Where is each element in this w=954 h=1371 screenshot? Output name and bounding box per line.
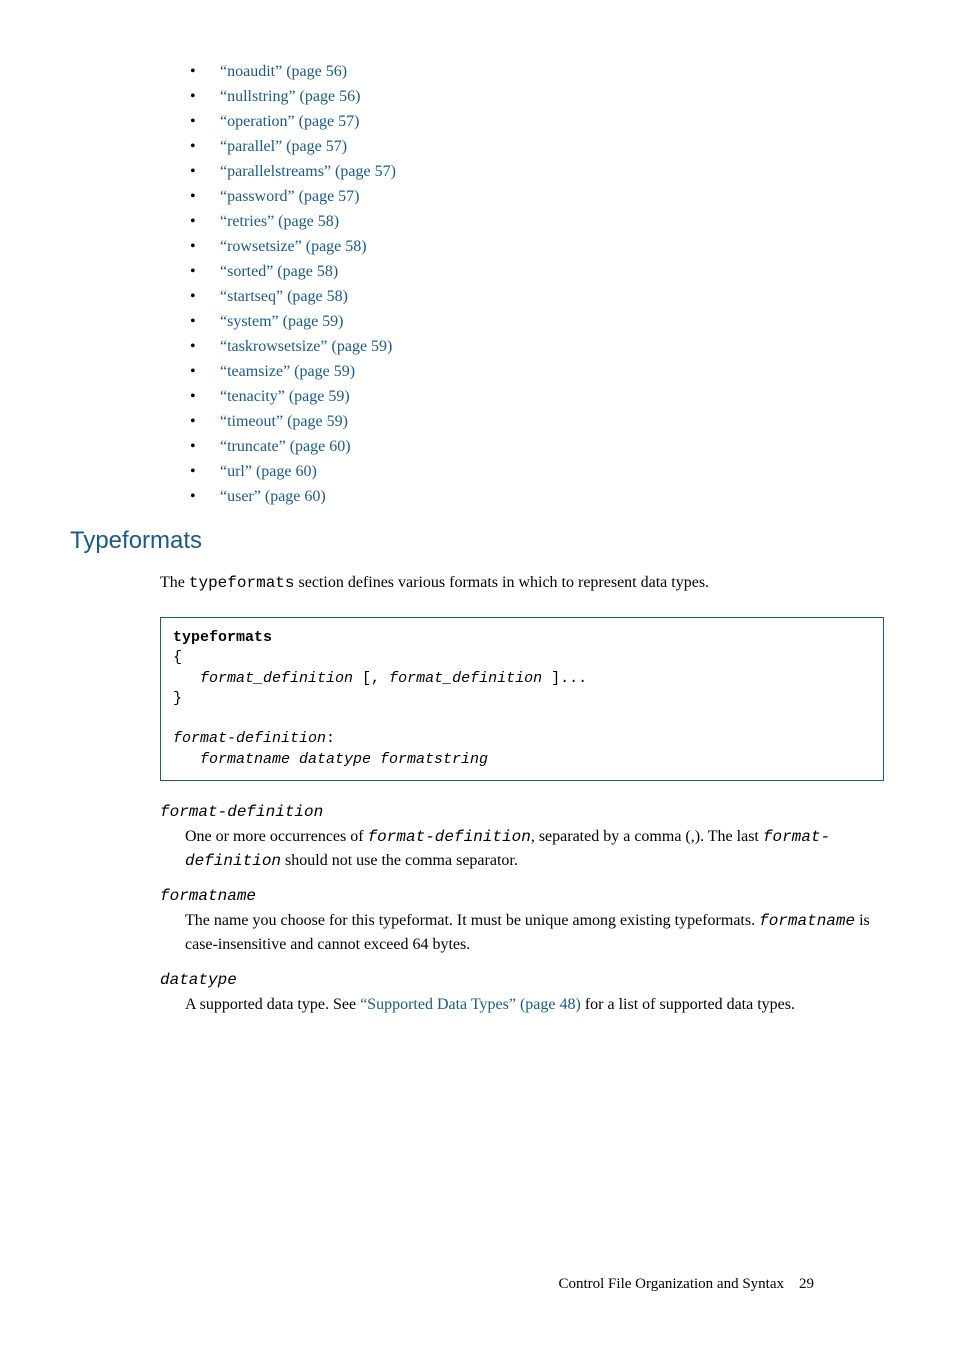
- xref-link[interactable]: “retries” (page 58): [220, 213, 339, 230]
- text: section defines various formats in which…: [295, 574, 710, 591]
- page-footer: Control File Organization and Syntax 29: [558, 1276, 814, 1293]
- list-item: “url” (page 60): [190, 460, 884, 484]
- xref-link[interactable]: “timeout” (page 59): [220, 413, 348, 430]
- definition-body: One or more occurrences of format-defini…: [185, 825, 884, 873]
- list-item: “timeout” (page 59): [190, 410, 884, 434]
- list-item: “teamsize” (page 59): [190, 360, 884, 384]
- list-item: “parallel” (page 57): [190, 135, 884, 159]
- xref-link[interactable]: “rowsetsize” (page 58): [220, 238, 367, 255]
- xref-link[interactable]: “teamsize” (page 59): [220, 363, 355, 380]
- list-item: “retries” (page 58): [190, 210, 884, 234]
- code-placeholder: formatname datatype formatstring: [200, 751, 488, 768]
- list-item: “tenacity” (page 59): [190, 385, 884, 409]
- xref-link[interactable]: “url” (page 60): [220, 463, 317, 480]
- code-text: [173, 670, 200, 687]
- xref-link[interactable]: “user” (page 60): [220, 488, 326, 505]
- xref-link[interactable]: “parallelstreams” (page 57): [220, 163, 396, 180]
- definition-term: datatype: [160, 971, 884, 989]
- definition-body: The name you choose for this typeformat.…: [185, 909, 884, 957]
- code-inline-italic: format-definition: [368, 828, 531, 846]
- list-item: “rowsetsize” (page 58): [190, 235, 884, 259]
- code-placeholder: format_definition: [389, 670, 542, 687]
- text: , separated by a comma (,). The last: [531, 828, 763, 845]
- syntax-code-box: typeformats { format_definition [, forma…: [160, 617, 884, 781]
- list-item: “taskrowsetsize” (page 59): [190, 335, 884, 359]
- text: A supported data type. See: [185, 996, 360, 1013]
- section-heading-typeformats: Typeformats: [70, 527, 884, 555]
- footer-section-title: Control File Organization and Syntax: [558, 1276, 784, 1292]
- list-item: “truncate” (page 60): [190, 435, 884, 459]
- code-inline: typeformats: [189, 574, 295, 592]
- code-text: {: [173, 649, 182, 666]
- text: The name you choose for this typeformat.…: [185, 912, 759, 929]
- xref-link[interactable]: “nullstring” (page 56): [220, 88, 360, 105]
- list-item: “user” (page 60): [190, 485, 884, 509]
- definition-term: format-definition: [160, 803, 884, 821]
- page-number: 29: [799, 1276, 814, 1292]
- options-bullet-list: “noaudit” (page 56) “nullstring” (page 5…: [190, 60, 884, 509]
- xref-link[interactable]: “startseq” (page 58): [220, 288, 348, 305]
- xref-link[interactable]: “Supported Data Types” (page 48): [360, 996, 581, 1013]
- intro-paragraph: The typeformats section defines various …: [160, 571, 884, 595]
- code-text: [173, 751, 200, 768]
- text: One or more occurrences of: [185, 828, 368, 845]
- list-item: “startseq” (page 58): [190, 285, 884, 309]
- list-item: “system” (page 59): [190, 310, 884, 334]
- xref-link[interactable]: “noaudit” (page 56): [220, 63, 347, 80]
- text: The: [160, 574, 189, 591]
- code-text: :: [326, 730, 335, 747]
- xref-link[interactable]: “password” (page 57): [220, 188, 360, 205]
- code-text: }: [173, 690, 182, 707]
- list-item: “parallelstreams” (page 57): [190, 160, 884, 184]
- list-item: “noaudit” (page 56): [190, 60, 884, 84]
- list-item: “operation” (page 57): [190, 110, 884, 134]
- code-text: ]...: [542, 670, 587, 687]
- xref-link[interactable]: “sorted” (page 58): [220, 263, 338, 280]
- xref-link[interactable]: “truncate” (page 60): [220, 438, 351, 455]
- definition-term: formatname: [160, 887, 884, 905]
- list-item: “nullstring” (page 56): [190, 85, 884, 109]
- text: for a list of supported data types.: [581, 996, 795, 1013]
- code-placeholder: format-definition: [173, 730, 326, 747]
- text: should not use the comma separator.: [281, 852, 518, 869]
- code-placeholder: format_definition: [200, 670, 353, 687]
- code-keyword: typeformats: [173, 629, 272, 646]
- list-item: “password” (page 57): [190, 185, 884, 209]
- xref-link[interactable]: “system” (page 59): [220, 313, 344, 330]
- code-text: [,: [353, 670, 389, 687]
- list-item: “sorted” (page 58): [190, 260, 884, 284]
- xref-link[interactable]: “operation” (page 57): [220, 113, 359, 130]
- code-inline-italic: formatname: [759, 912, 855, 930]
- xref-link[interactable]: “taskrowsetsize” (page 59): [220, 338, 392, 355]
- xref-link[interactable]: “parallel” (page 57): [220, 138, 347, 155]
- xref-link[interactable]: “tenacity” (page 59): [220, 388, 350, 405]
- definition-body: A supported data type. See “Supported Da…: [185, 993, 884, 1017]
